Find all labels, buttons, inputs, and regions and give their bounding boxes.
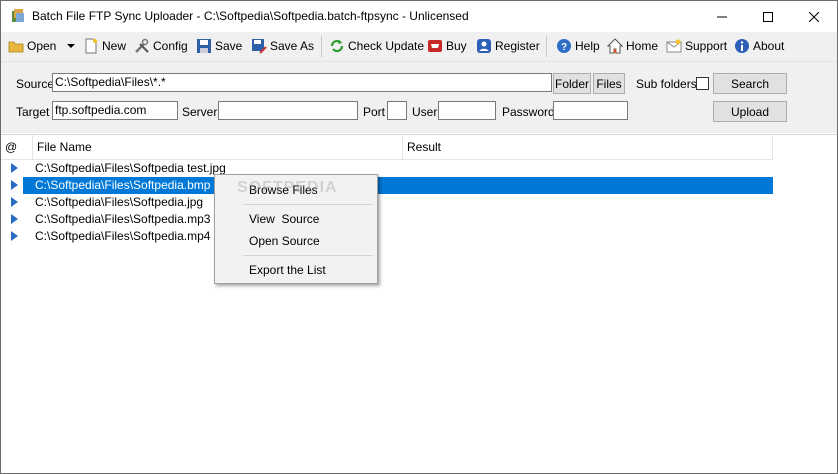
list-header: @ File Name Result — [1, 135, 773, 160]
folder-button[interactable]: Folder — [553, 73, 591, 94]
file-name-cell: C:\Softpedia\Files\Softpedia.mp3 — [35, 212, 211, 226]
user-label: User — [412, 105, 438, 119]
file-name-cell: C:\Softpedia\Files\Softpedia.mp4 — [35, 229, 211, 243]
about-label: About — [753, 39, 785, 53]
table-row[interactable]: C:\Softpedia\Files\Softpedia.bmp — [1, 177, 773, 194]
row-arrow-icon — [11, 197, 18, 207]
column-header-file-name[interactable]: File Name — [33, 135, 403, 159]
help-label: Help — [575, 39, 600, 53]
table-row[interactable]: C:\Softpedia\Files\Softpedia.jpg — [1, 194, 773, 211]
config-label: Config — [153, 39, 188, 53]
check-update-label: Check Update — [348, 39, 425, 53]
save-as-label: Save As — [270, 39, 315, 53]
target-input[interactable]: ftp.softpedia.com — [52, 101, 178, 120]
row-arrow-icon — [11, 163, 18, 173]
files-button[interactable]: Files — [593, 73, 625, 94]
open-label: Open — [27, 39, 57, 53]
buy-button[interactable]: Buy — [427, 36, 467, 56]
save-as-icon — [252, 39, 267, 54]
table-row[interactable]: C:\Softpedia\Files\Softpedia test.jpg — [1, 160, 773, 177]
open-folder-icon — [8, 41, 24, 53]
port-input[interactable] — [387, 101, 407, 120]
open-button[interactable]: Open — [8, 36, 56, 56]
user-icon — [477, 39, 491, 53]
menu-item-view-source[interactable]: View Source — [249, 212, 319, 226]
refresh-icon — [330, 39, 344, 53]
table-row[interactable]: C:\Softpedia\Files\Softpedia.mp3 — [1, 211, 773, 228]
password-input[interactable] — [553, 101, 628, 120]
save-label: Save — [215, 39, 243, 53]
register-button[interactable]: Register — [476, 36, 540, 56]
help-button[interactable]: ? Help — [556, 36, 600, 56]
close-icon — [809, 11, 819, 22]
maximize-icon — [763, 11, 773, 22]
support-label: Support — [685, 39, 728, 53]
row-arrow-icon — [11, 180, 18, 190]
home-button[interactable]: Home — [607, 36, 658, 56]
user-input[interactable] — [438, 101, 496, 120]
close-button[interactable] — [791, 1, 837, 32]
config-button[interactable]: Config — [134, 36, 188, 56]
target-label: Target — [16, 105, 50, 119]
menu-item-open-source[interactable]: Open Source — [249, 234, 320, 248]
column-header-at[interactable]: @ — [1, 135, 33, 159]
menu-separator — [243, 255, 373, 256]
row-arrow-icon — [11, 214, 18, 224]
toolbar: Open New Config Save Save As Check Updat… — [1, 32, 837, 62]
file-list[interactable]: @ File Name Result C:\Softpedia\Files\So… — [1, 134, 837, 473]
open-dropdown-button[interactable] — [67, 36, 78, 56]
column-header-result[interactable]: Result — [403, 135, 773, 159]
file-name-cell: C:\Softpedia\Files\Softpedia test.jpg — [35, 161, 226, 175]
check-update-button[interactable]: Check Update — [329, 36, 424, 56]
subfolders-checkbox[interactable] — [696, 77, 709, 90]
window-title: Batch File FTP Sync Uploader - C:\Softpe… — [32, 9, 469, 23]
svg-text:?: ? — [561, 42, 567, 53]
home-icon — [607, 38, 623, 54]
password-label: Password — [502, 105, 555, 119]
file-name-cell: C:\Softpedia\Files\Softpedia.bmp — [35, 178, 211, 192]
app-window: Batch File FTP Sync Uploader - C:\Softpe… — [0, 0, 838, 474]
subfolders-label: Sub folders — [636, 77, 697, 91]
menu-separator — [243, 204, 373, 205]
about-button[interactable]: About — [734, 36, 784, 56]
help-icon: ? — [557, 39, 571, 53]
cart-icon — [428, 40, 442, 52]
file-name-cell: C:\Softpedia\Files\Softpedia.jpg — [35, 195, 204, 209]
menu-item-export-list[interactable]: Export the List — [249, 263, 326, 277]
minimize-button[interactable] — [699, 1, 745, 32]
port-label: Port — [363, 105, 386, 119]
minimize-icon — [717, 16, 727, 17]
save-icon — [197, 39, 211, 53]
toolbar-separator — [546, 36, 547, 57]
tools-icon — [135, 38, 149, 53]
support-button[interactable]: Support — [666, 36, 727, 56]
title-bar: Batch File FTP Sync Uploader - C:\Softpe… — [1, 1, 837, 32]
server-input[interactable] — [218, 101, 358, 120]
chevron-down-icon — [67, 44, 75, 48]
source-input[interactable]: C:\Softpedia\Files\*.* — [52, 73, 552, 92]
new-file-icon — [85, 38, 98, 54]
search-button[interactable]: Search — [713, 73, 787, 94]
server-label: Server — [182, 105, 218, 119]
row-arrow-icon — [11, 231, 18, 241]
new-label: New — [102, 39, 127, 53]
save-button[interactable]: Save — [196, 36, 242, 56]
save-as-button[interactable]: Save As — [251, 36, 314, 56]
home-label: Home — [626, 39, 659, 53]
toolbar-separator — [321, 36, 322, 57]
form-panel: Source C:\Softpedia\Files\*.* Folder Fil… — [1, 62, 837, 133]
support-icon — [666, 39, 682, 53]
buy-label: Buy — [446, 39, 467, 53]
new-button[interactable]: New — [83, 36, 126, 56]
app-icon — [12, 9, 24, 22]
register-label: Register — [495, 39, 540, 53]
watermark: SOFTPEDIA — [237, 179, 338, 196]
info-icon — [735, 39, 749, 53]
upload-button[interactable]: Upload — [713, 101, 787, 122]
source-label: Source — [16, 77, 55, 91]
table-row[interactable]: C:\Softpedia\Files\Softpedia.mp4 — [1, 228, 773, 245]
maximize-button[interactable] — [745, 1, 791, 32]
